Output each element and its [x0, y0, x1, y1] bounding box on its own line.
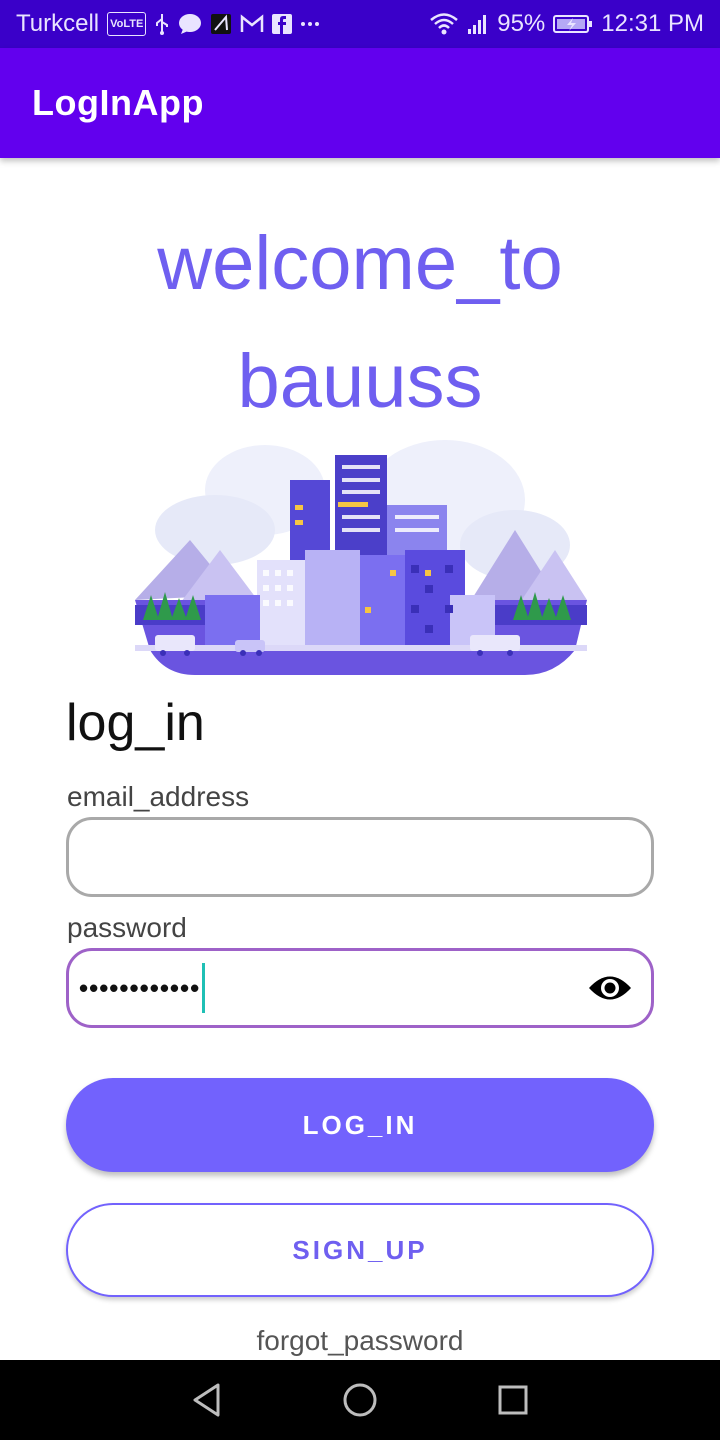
back-icon[interactable]: [177, 1370, 237, 1430]
signup-button[interactable]: SIGN_UP: [66, 1203, 654, 1297]
status-right: 95% 12:31 PM: [429, 10, 704, 38]
usb-icon: [154, 12, 170, 36]
text-cursor: [202, 963, 206, 1013]
email-label: email_address: [67, 781, 250, 812]
navigation-bar: [0, 1360, 720, 1440]
password-label: password: [67, 912, 187, 943]
more-icon: [300, 12, 320, 36]
app-bar: LogInApp: [0, 48, 720, 158]
forgot-password-link[interactable]: forgot_password: [0, 1325, 720, 1357]
home-icon[interactable]: [330, 1370, 390, 1430]
show-password-eye-icon[interactable]: [587, 971, 633, 1010]
carrier-name: Turkcell: [16, 10, 100, 37]
login-heading: log_in: [66, 694, 205, 752]
email-field[interactable]: [66, 817, 654, 897]
battery-percent: 95%: [497, 10, 546, 37]
welcome-line-1: welcome_to: [157, 221, 563, 306]
volte-icon: VoLTE: [107, 12, 147, 36]
app-icon: [210, 12, 232, 36]
status-bar: Turkcell VoLTE 95% 12:31 PM: [0, 0, 720, 48]
gmail-icon: [240, 12, 264, 36]
message-icon: [178, 12, 202, 36]
password-value: ••••••••••••: [79, 972, 201, 1003]
signal-icon: [467, 12, 489, 36]
facebook-icon: [272, 12, 293, 36]
password-field[interactable]: ••••••••••••: [66, 948, 654, 1028]
battery-charging-icon: [553, 12, 593, 36]
wifi-icon: [429, 12, 459, 36]
app-title: LogInApp: [32, 82, 204, 123]
recents-icon[interactable]: [483, 1370, 543, 1430]
status-left: Turkcell VoLTE: [16, 10, 320, 38]
city-illustration: [135, 420, 587, 680]
clock: 12:31 PM: [601, 10, 704, 37]
login-button[interactable]: LOG_IN: [66, 1078, 654, 1172]
welcome-title: welcome_to bauuss: [0, 205, 720, 441]
